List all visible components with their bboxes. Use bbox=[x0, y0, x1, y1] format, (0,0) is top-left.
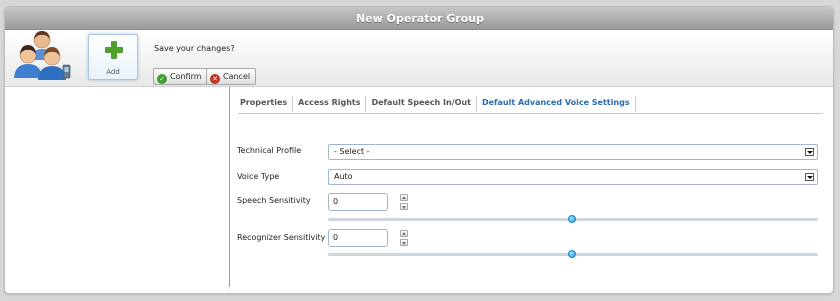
speech-sensitivity-label: Speech Sensitivity bbox=[237, 196, 311, 205]
voice-type-select[interactable]: Auto bbox=[328, 169, 818, 185]
cancel-button[interactable]: ✕ Cancel bbox=[206, 68, 257, 85]
user-group-icon bbox=[14, 31, 71, 80]
add-button[interactable]: Add bbox=[88, 34, 138, 80]
plus-icon bbox=[105, 41, 123, 59]
recognizer-sensitivity-increment-icon[interactable] bbox=[400, 230, 408, 237]
window-title: New Operator Group bbox=[5, 7, 833, 30]
confirm-label: Confirm bbox=[170, 72, 202, 81]
tabs-divider bbox=[238, 113, 823, 114]
technical-profile-label: Technical Profile bbox=[237, 146, 302, 155]
recognizer-sensitivity-slider[interactable] bbox=[328, 250, 818, 258]
recognizer-sensitivity-decrement-icon[interactable] bbox=[400, 239, 408, 246]
tab-properties[interactable]: Properties bbox=[236, 96, 292, 112]
operator-group-window: New Operator Group Add Save your changes… bbox=[4, 6, 834, 294]
settings-tabs: Properties Access Rights Default Speech … bbox=[236, 96, 636, 112]
speech-sensitivity-input[interactable]: 0 bbox=[328, 193, 388, 211]
dropdown-arrow-icon[interactable] bbox=[805, 173, 814, 181]
voice-type-label: Voice Type bbox=[237, 172, 280, 181]
main-panel: Properties Access Rights Default Speech … bbox=[230, 87, 833, 293]
close-icon: ✕ bbox=[210, 74, 220, 84]
recognizer-sensitivity-label: Recognizer Sensitivity bbox=[237, 233, 326, 242]
recognizer-sensitivity-input[interactable]: 0 bbox=[328, 229, 388, 247]
toolbar: Add Save your changes? ✓ Confirm ✕ Cancel bbox=[5, 30, 833, 87]
cancel-label: Cancel bbox=[223, 72, 251, 81]
add-label: Add bbox=[106, 68, 120, 76]
tab-access-rights[interactable]: Access Rights bbox=[292, 96, 365, 112]
speech-sensitivity-slider-thumb[interactable] bbox=[568, 215, 576, 223]
confirm-button[interactable]: ✓ Confirm bbox=[153, 68, 208, 85]
tab-default-speech[interactable]: Default Speech In/Out bbox=[365, 96, 475, 112]
recognizer-sensitivity-slider-thumb[interactable] bbox=[568, 250, 576, 258]
speech-sensitivity-decrement-icon[interactable] bbox=[400, 203, 408, 210]
tab-advanced-voice-settings[interactable]: Default Advanced Voice Settings bbox=[475, 96, 636, 112]
dropdown-arrow-icon[interactable] bbox=[805, 148, 814, 156]
speech-sensitivity-slider[interactable] bbox=[328, 215, 818, 223]
speech-sensitivity-increment-icon[interactable] bbox=[400, 194, 408, 201]
technical-profile-value: - Select - bbox=[334, 147, 370, 156]
left-panel bbox=[5, 87, 229, 293]
technical-profile-select[interactable]: - Select - bbox=[328, 144, 818, 160]
voice-type-value: Auto bbox=[334, 172, 353, 181]
check-icon: ✓ bbox=[157, 74, 167, 84]
save-prompt: Save your changes? bbox=[154, 44, 235, 53]
